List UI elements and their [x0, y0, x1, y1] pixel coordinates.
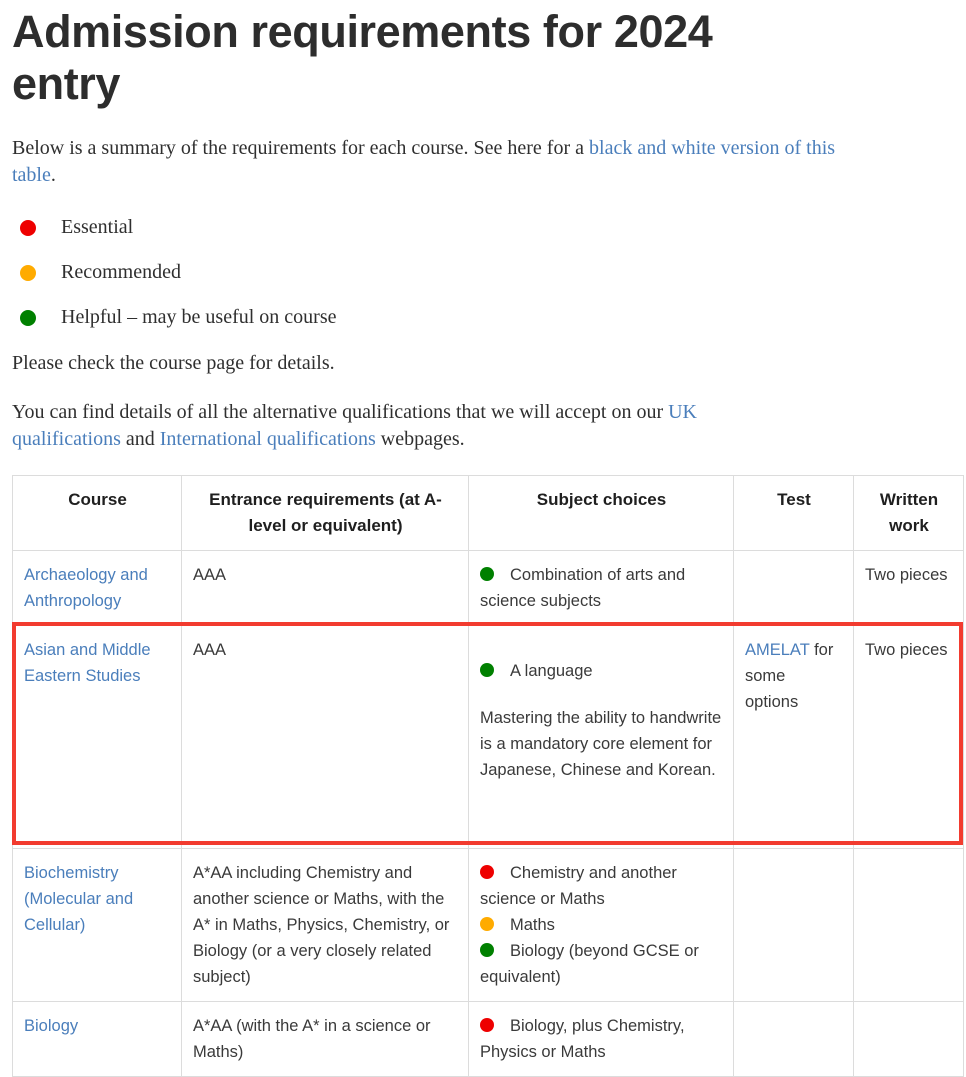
subject-item: Maths — [480, 912, 723, 938]
alt-text-middle: and — [120, 428, 160, 450]
intro-text-after: . — [50, 164, 56, 186]
table-header-row: Course Entrance requirements (at A-level… — [12, 475, 964, 551]
course-link-biochemistry[interactable]: Biochemistry (Molecular and Cellular) — [24, 864, 133, 934]
helpful-dot-icon — [480, 567, 494, 581]
alt-text-before: You can find details of all the alternat… — [12, 401, 669, 423]
helpful-dot-icon — [20, 309, 36, 326]
course-link-asian-and-middle-eastern-studies[interactable]: Asian and Middle Eastern Studies — [24, 641, 151, 685]
international-qualifications-link[interactable]: International qualifications — [160, 428, 376, 450]
cell-entrance-requirements: AAA — [181, 550, 469, 626]
subject-item-text: A language — [510, 662, 593, 680]
course-link-archaeology-and-anthropology[interactable]: Archaeology and Anthropology — [24, 566, 148, 610]
cell-course: Asian and Middle Eastern Studies — [12, 625, 182, 849]
cell-written-work — [853, 848, 964, 1002]
table-head: Course Entrance requirements (at A-level… — [12, 475, 964, 551]
cell-written-work: Two pieces — [853, 550, 964, 626]
admission-requirements-table: Course Entrance requirements (at A-level… — [12, 475, 964, 1077]
legend-label-recommended: Recommended — [61, 261, 181, 283]
subject-item-text: Biology (beyond GCSE or equivalent) — [480, 942, 699, 986]
legend-item-essential: Essential — [12, 205, 954, 250]
subject-item: Biology, plus Chemistry, Physics or Math… — [480, 1013, 723, 1065]
cell-written-work: Two pieces — [853, 625, 964, 849]
cell-test — [733, 1001, 854, 1077]
essential-dot-icon — [480, 1018, 494, 1032]
subject-item: A language — [480, 658, 723, 684]
cell-subject-choices: Combination of arts and science subjects — [468, 550, 734, 626]
cell-entrance-requirements: A*AA (with the A* in a science or Maths) — [181, 1001, 469, 1077]
essential-dot-icon — [480, 865, 494, 879]
intro-paragraph: Below is a summary of the requirements f… — [12, 135, 842, 189]
header-subject-choices: Subject choices — [468, 475, 734, 551]
cell-course: Biochemistry (Molecular and Cellular) — [12, 848, 182, 1002]
subject-item-text: Combination of arts and science subjects — [480, 566, 686, 610]
cell-test — [733, 848, 854, 1002]
cell-subject-choices: Chemistry and another science or Maths M… — [468, 848, 734, 1002]
alternative-qualifications-paragraph: You can find details of all the alternat… — [12, 399, 712, 453]
alt-text-after: webpages. — [375, 428, 465, 450]
cell-course: Archaeology and Anthropology — [12, 550, 182, 626]
recommended-dot-icon — [480, 917, 494, 931]
table-row: Biology A*AA (with the A* in a science o… — [12, 1001, 964, 1077]
amelat-test-link[interactable]: AMELAT — [745, 641, 810, 659]
legend-item-helpful: Helpful – may be useful on course — [12, 295, 954, 340]
subject-item-text: Biology, plus Chemistry, Physics or Math… — [480, 1017, 685, 1061]
table-body: Archaeology and Anthropology AAA Combina… — [12, 550, 964, 1077]
cell-course: Biology — [12, 1001, 182, 1077]
header-course: Course — [12, 475, 182, 551]
course-page-note: Please check the course page for details… — [12, 352, 335, 374]
table-row: Archaeology and Anthropology AAA Combina… — [12, 550, 964, 626]
legend-label-essential: Essential — [61, 216, 134, 238]
cell-entrance-requirements: AAA — [181, 625, 469, 849]
subject-item: Chemistry and another science or Maths — [480, 860, 723, 912]
subject-item-text: Chemistry and another science or Maths — [480, 864, 677, 908]
helpful-dot-icon — [480, 943, 494, 957]
cell-subject-choices: A language Mastering the ability to hand… — [468, 625, 734, 849]
header-written-work: Written work — [853, 475, 964, 551]
legend: Essential Recommended Helpful – may be u… — [12, 205, 954, 340]
intro-text-before: Below is a summary of the requirements f… — [12, 137, 590, 159]
page-root: Admission requirements for 2024 entry Be… — [0, 6, 966, 1077]
legend-item-recommended: Recommended — [12, 250, 954, 295]
recommended-dot-icon — [20, 264, 36, 281]
header-test: Test — [733, 475, 854, 551]
subject-note: Mastering the ability to handwrite is a … — [480, 709, 722, 779]
subject-item: Biology (beyond GCSE or equivalent) — [480, 938, 723, 990]
cell-subject-choices: Biology, plus Chemistry, Physics or Math… — [468, 1001, 734, 1077]
table-row: Biochemistry (Molecular and Cellular) A*… — [12, 848, 964, 1002]
subject-item: Combination of arts and science subjects — [480, 562, 723, 614]
requirements-table-wrapper: Course Entrance requirements (at A-level… — [12, 475, 964, 1077]
legend-label-helpful: Helpful – may be useful on course — [61, 306, 337, 328]
subject-item-text: Maths — [510, 916, 555, 934]
table-row-highlighted: Asian and Middle Eastern Studies AAA A l… — [12, 625, 964, 849]
page-title: Admission requirements for 2024 entry — [12, 6, 713, 109]
essential-dot-icon — [20, 219, 36, 236]
header-entrance-requirements: Entrance requirements (at A-level or equ… — [181, 475, 469, 551]
cell-test — [733, 550, 854, 626]
cell-written-work — [853, 1001, 964, 1077]
cell-test: AMELAT for some options — [733, 625, 854, 849]
cell-entrance-requirements: A*AA including Chemistry and another sci… — [181, 848, 469, 1002]
course-link-biology[interactable]: Biology — [24, 1017, 78, 1035]
helpful-dot-icon — [480, 663, 494, 677]
